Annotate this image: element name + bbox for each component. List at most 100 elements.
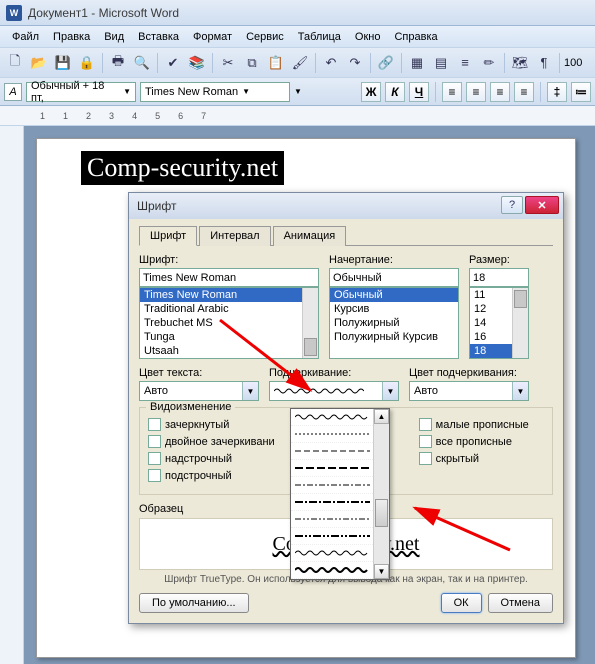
list-item[interactable]: Полужирный Курсив — [330, 330, 458, 344]
italic-button[interactable]: К — [385, 82, 405, 102]
style-combo[interactable]: Обычный + 18 пт, ▼ — [26, 82, 136, 102]
bold-button[interactable]: Ж — [361, 82, 381, 102]
menu-format[interactable]: Формат — [187, 29, 238, 45]
smallcaps-checkbox[interactable]: малые прописные — [419, 418, 544, 431]
list-item[interactable]: Times New Roman — [140, 288, 318, 302]
zoom-value[interactable]: 100 — [564, 57, 582, 69]
subscript-checkbox[interactable]: подстрочный — [148, 469, 293, 482]
size-label: Размер: — [469, 254, 529, 266]
line-spacing-icon[interactable]: ‡ — [547, 82, 567, 102]
preview-icon[interactable]: 🔍 — [131, 52, 153, 74]
numbering-icon[interactable]: ≔ — [571, 82, 591, 102]
style-listbox[interactable]: Обычный Курсив Полужирный Полужирный Кур… — [329, 287, 459, 359]
chevron-down-icon: ▼ — [382, 382, 398, 400]
open-icon[interactable]: 📂 — [28, 52, 50, 74]
link-icon[interactable]: 🔗 — [375, 52, 397, 74]
menu-edit[interactable]: Правка — [47, 29, 96, 45]
menu-window[interactable]: Окно — [349, 29, 387, 45]
underline-dropdown-list[interactable]: ▲ ▼ — [290, 408, 390, 580]
style-value: Обычный + 18 пт, — [31, 80, 119, 104]
scroll-thumb[interactable] — [375, 499, 388, 527]
menu-tools[interactable]: Сервис — [240, 29, 290, 45]
chevron-down-icon: ▼ — [512, 382, 528, 400]
dialog-tabs: Шрифт Интервал Анимация — [139, 225, 553, 246]
columns-icon[interactable]: ≡ — [454, 52, 476, 74]
align-center-icon[interactable]: ≡ — [466, 82, 486, 102]
font-label: Шрифт: — [139, 254, 319, 266]
hidden-checkbox[interactable]: скрытый — [419, 452, 544, 465]
style-label: Начертание: — [329, 254, 459, 266]
menu-table[interactable]: Таблица — [292, 29, 347, 45]
window-title: Документ1 - Microsoft Word — [28, 6, 179, 20]
styles-pane-icon[interactable]: A — [4, 83, 22, 101]
tab-interval[interactable]: Интервал — [199, 226, 270, 246]
permission-icon[interactable]: 🔒 — [76, 52, 98, 74]
double-strike-checkbox[interactable]: двойное зачеркивани — [148, 435, 293, 448]
excel-icon[interactable]: ▤ — [430, 52, 452, 74]
list-item[interactable]: Обычный — [330, 288, 458, 302]
showpara-icon[interactable]: ¶ — [533, 52, 555, 74]
font-input[interactable] — [139, 268, 319, 287]
close-button[interactable]: ✕ — [525, 196, 559, 214]
cancel-button[interactable]: Отмена — [488, 593, 553, 613]
docmap-icon[interactable]: 🗺 — [509, 52, 531, 74]
underline-color-combo[interactable]: Авто ▼ — [409, 381, 529, 401]
horizontal-ruler: 1 1 2 3 4 5 6 7 — [0, 106, 595, 126]
standard-toolbar: 🗋 📂 💾 🔒 🖶 🔍 ✔ 📚 ✂ ⧉ 📋 🖌 ↶ ↷ 🔗 ▦ ▤ ≡ ✏ 🗺 … — [0, 48, 595, 78]
list-item[interactable]: Курсив — [330, 302, 458, 316]
dialog-titlebar[interactable]: Шрифт ? ✕ — [129, 193, 563, 219]
scrollbar[interactable] — [512, 288, 528, 358]
list-item[interactable]: Полужирный — [330, 316, 458, 330]
sample-label: Образец — [139, 503, 183, 515]
scroll-down-icon[interactable]: ▼ — [374, 564, 389, 579]
undo-icon[interactable]: ↶ — [320, 52, 342, 74]
save-icon[interactable]: 💾 — [52, 52, 74, 74]
align-right-icon[interactable]: ≡ — [490, 82, 510, 102]
style-input[interactable] — [329, 268, 459, 287]
menu-bar: Файл Правка Вид Вставка Формат Сервис Та… — [0, 26, 595, 48]
allcaps-checkbox[interactable]: все прописные — [419, 435, 544, 448]
size-input[interactable] — [469, 268, 529, 287]
print-icon[interactable]: 🖶 — [107, 52, 129, 74]
new-doc-icon[interactable]: 🗋 — [4, 52, 26, 74]
align-justify-icon[interactable]: ≡ — [514, 82, 534, 102]
strike-checkbox[interactable]: зачеркнутый — [148, 418, 293, 431]
tab-font[interactable]: Шрифт — [139, 226, 197, 246]
paste-icon[interactable]: 📋 — [265, 52, 287, 74]
menu-help[interactable]: Справка — [388, 29, 443, 45]
title-bar: W Документ1 - Microsoft Word — [0, 0, 595, 26]
tab-animation[interactable]: Анимация — [273, 226, 347, 246]
word-app-icon: W — [6, 5, 22, 21]
annotation-arrow-icon — [400, 480, 520, 560]
chevron-down-icon: ▼ — [242, 87, 250, 96]
formatting-toolbar: A Обычный + 18 пт, ▼ Times New Roman ▼ ▼… — [0, 78, 595, 106]
spell-icon[interactable]: ✔ — [162, 52, 184, 74]
underline-button[interactable]: Ч — [409, 82, 429, 102]
copy-icon[interactable]: ⧉ — [241, 52, 263, 74]
menu-view[interactable]: Вид — [98, 29, 130, 45]
dropdown-scrollbar[interactable]: ▲ ▼ — [373, 409, 389, 579]
dialog-title: Шрифт — [137, 199, 176, 213]
research-icon[interactable]: 📚 — [186, 52, 208, 74]
menu-insert[interactable]: Вставка — [132, 29, 185, 45]
cut-icon[interactable]: ✂ — [217, 52, 239, 74]
size-listbox[interactable]: 11 12 14 16 18 — [469, 287, 529, 359]
format-painter-icon[interactable]: 🖌 — [289, 52, 311, 74]
drawing-icon[interactable]: ✏ — [478, 52, 500, 74]
default-button[interactable]: По умолчанию... — [139, 593, 249, 613]
help-button[interactable]: ? — [501, 196, 523, 214]
align-left-icon[interactable]: ≡ — [442, 82, 462, 102]
font-combo[interactable]: Times New Roman ▼ — [140, 82, 290, 102]
annotation-arrow-icon — [210, 310, 330, 410]
chevron-down-icon: ▼ — [123, 87, 131, 96]
underline-color-label: Цвет подчеркивания: — [409, 367, 529, 379]
chevron-down-icon[interactable]: ▼ — [294, 87, 302, 96]
ok-button[interactable]: ОК — [441, 593, 482, 613]
font-value: Times New Roman — [145, 86, 238, 98]
table-icon[interactable]: ▦ — [406, 52, 428, 74]
selected-text[interactable]: Comp-security.net — [81, 151, 284, 185]
superscript-checkbox[interactable]: надстрочный — [148, 452, 293, 465]
redo-icon[interactable]: ↷ — [344, 52, 366, 74]
scroll-up-icon[interactable]: ▲ — [374, 409, 389, 424]
menu-file[interactable]: Файл — [6, 29, 45, 45]
